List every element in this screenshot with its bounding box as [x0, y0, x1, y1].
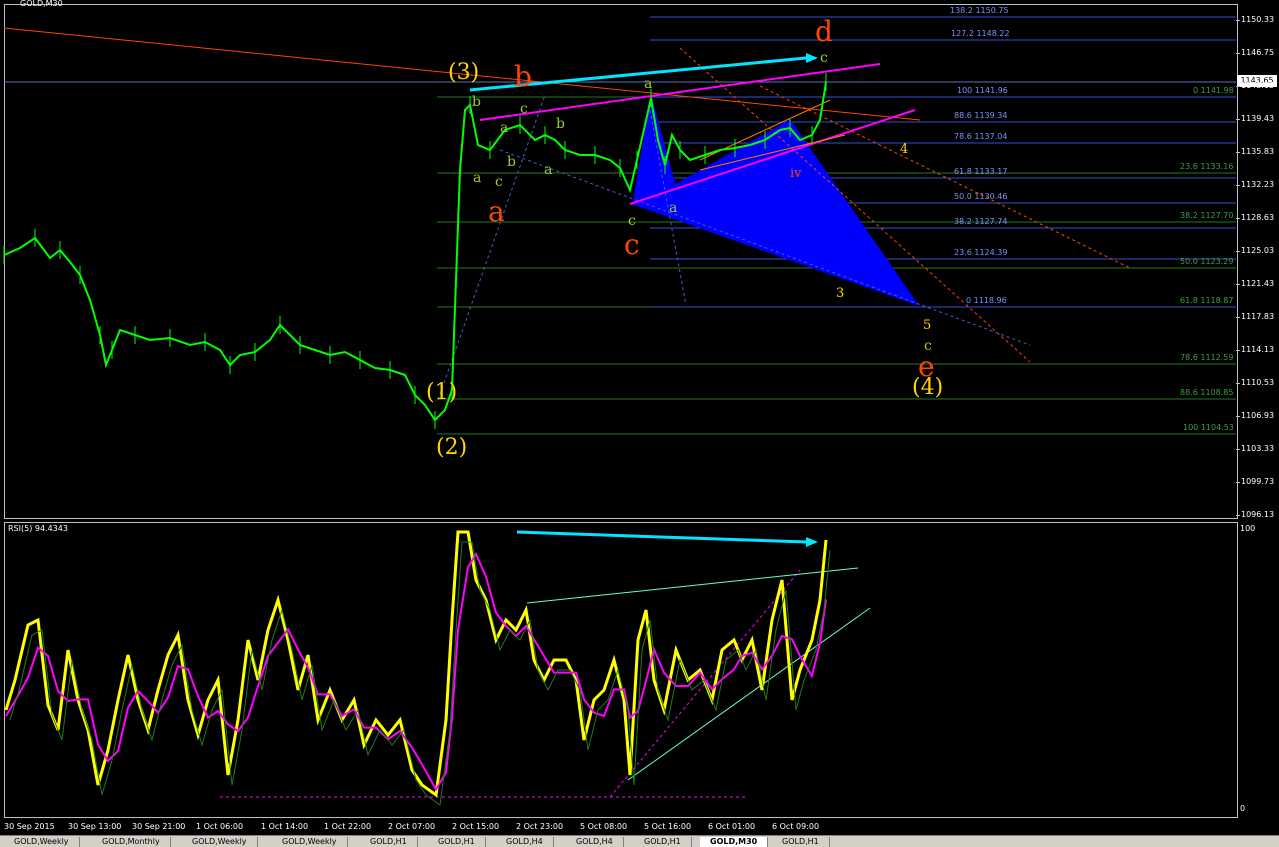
fib-label-green: 88.6 1108.85	[1180, 388, 1234, 397]
time-tick: 2 Oct 23:00	[516, 822, 564, 831]
rsi-label: RSI(5) 94.4343	[8, 524, 68, 533]
wave-label-red-e: e	[918, 350, 935, 383]
time-tick: 5 Oct 16:00	[644, 822, 692, 831]
cyan-arrow-rsi	[516, 530, 808, 544]
price-tick: 1110.53	[1235, 378, 1275, 387]
fib-label-green: 23.6 1133.16	[1180, 162, 1234, 171]
wave-label-sub-a: a	[644, 76, 653, 92]
wave-label-red-d: d	[815, 15, 833, 48]
fib-label-green: 0 1141.98	[1193, 86, 1234, 95]
price-tick: 1150.33	[1235, 15, 1275, 24]
wave-label-w3: (3)	[448, 60, 480, 85]
wave-label-sub-b: b	[507, 154, 516, 170]
price-tick: 1139.43	[1235, 114, 1275, 123]
fib-label-blue: 61.8 1133.17	[954, 167, 1008, 176]
magenta-upper-line	[479, 63, 881, 121]
fib-label-blue: 138.2 1150.75	[950, 6, 1009, 15]
rsi-trend-upper	[526, 567, 859, 604]
symbol-label: GOLD,M30	[20, 0, 63, 8]
fib-label-blue: 100 1141.96	[957, 86, 1008, 95]
wave-label-sub-a: a	[500, 120, 509, 136]
arrow-head	[806, 537, 818, 547]
wave-label-sub-c: c	[495, 174, 503, 190]
wave-label-iv: iv	[790, 166, 802, 181]
time-tick: 30 Sep 21:00	[132, 822, 186, 831]
time-tick: 5 Oct 08:00	[580, 822, 628, 831]
fib-label-blue: 88.6 1139.34	[954, 111, 1008, 120]
wave-label-y4: 4	[900, 142, 909, 157]
fib-label-blue: 38.2 1127.74	[954, 217, 1008, 226]
price-tick: 1135.83	[1235, 147, 1275, 156]
rsi-tick: 100	[1240, 524, 1256, 533]
wave-label-red-b: b	[514, 60, 532, 93]
fib-label-blue: 23.6 1124.39	[954, 248, 1008, 257]
chart-tab-bar: GOLD,Weekly GOLD,Monthly GOLD,Weekly GOLD,W…	[0, 835, 1279, 847]
fib-label-green: 100 1104.53	[1183, 423, 1234, 432]
fib-label-green: 61.8 1118.87	[1180, 296, 1234, 305]
time-tick: 2 Oct 15:00	[452, 822, 500, 831]
wave-label-w1: (1)	[426, 380, 458, 405]
price-tick: 1132.23	[1235, 180, 1275, 189]
fib-label-blue: 127.2 1148.22	[951, 29, 1010, 38]
price-tick: 1099.73	[1235, 477, 1275, 486]
price-tick: 1114.13	[1235, 345, 1275, 354]
rsi-moving-average	[5, 551, 827, 792]
price-tick: 1096.13	[1235, 510, 1275, 519]
time-tick: 1 Oct 06:00	[196, 822, 244, 831]
price-tick: 1106.93	[1235, 411, 1275, 420]
wave-label-sub-c: c	[520, 101, 528, 117]
wave-label-sub-c: c	[628, 213, 636, 229]
price-tick: 1117.83	[1235, 312, 1275, 321]
fib-label-green: 78.6 1112.59	[1180, 353, 1234, 362]
wave-label-red-a: a	[488, 195, 505, 228]
wave-label-red-c: c	[624, 228, 640, 261]
fib-label-blue: 78.6 1137.04	[954, 132, 1008, 141]
wave-label-sub-a: a	[669, 200, 678, 216]
time-tick: 6 Oct 09:00	[772, 822, 820, 831]
wave-label-sub-a: a	[473, 170, 482, 186]
price-tick: 1121.43	[1235, 279, 1275, 288]
wave-label-sub-b: b	[556, 116, 565, 132]
fib-label-blue: 50.0 1130.46	[954, 192, 1008, 201]
arrow-head	[806, 53, 818, 63]
wave-label-sub-c: c	[924, 338, 932, 354]
price-tick: 1146.75	[1235, 48, 1275, 57]
price-tick: 1143.15	[1235, 81, 1275, 90]
time-tick: 1 Oct 22:00	[324, 822, 372, 831]
price-tick: 1128.63	[1235, 213, 1275, 222]
chart-drawing-layer	[3, 16, 1236, 806]
rsi-trend-lower	[627, 607, 871, 781]
fib-label-green: 50.0 1123.29	[1180, 257, 1234, 266]
price-series	[3, 81, 827, 422]
price-tick: 1125.03	[1235, 246, 1275, 255]
wave-label-sub-b: b	[472, 94, 481, 110]
wave-label-sub-c: c	[820, 50, 828, 66]
time-tick: 2 Oct 07:00	[388, 822, 436, 831]
time-tick: 30 Sep 2015	[4, 822, 55, 831]
wave-label-w2: (2)	[436, 435, 468, 460]
rsi-tick: 0	[1240, 804, 1246, 813]
price-tick: 1103.33	[1235, 444, 1275, 453]
fib-label-green: 38.2 1127.70	[1180, 211, 1234, 220]
fib-label-blue: 0 1118.96	[966, 296, 1007, 305]
wave-label-y3: 3	[836, 286, 845, 301]
wave-label-sub-a: a	[544, 162, 553, 178]
time-tick: 1 Oct 14:00	[261, 822, 309, 831]
time-tick: 30 Sep 13:00	[68, 822, 122, 831]
time-tick: 6 Oct 01:00	[708, 822, 756, 831]
wave-label-y5: 5	[923, 318, 932, 333]
